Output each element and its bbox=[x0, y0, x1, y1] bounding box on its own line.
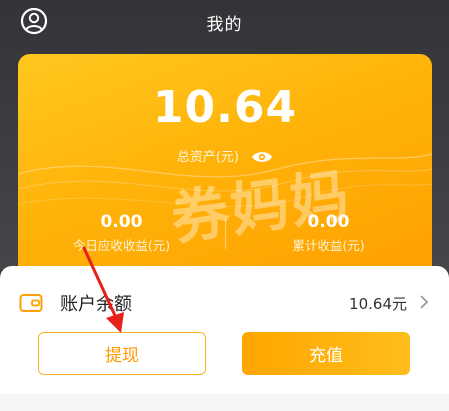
today-income-value: 0.00 bbox=[100, 212, 143, 232]
wallet-icon bbox=[19, 294, 43, 312]
today-income-stat: 0.00 今日应收收益(元) bbox=[18, 212, 225, 254]
total-income-value: 0.00 bbox=[307, 212, 350, 232]
balance-panel: 账户余额 10.64元 提现 充值 bbox=[0, 266, 449, 411]
total-income-label: 累计收益(元) bbox=[292, 238, 365, 253]
top-bar: 我的 bbox=[0, 0, 449, 46]
total-assets-label: 总资产(元) bbox=[176, 150, 239, 165]
page-title: 我的 bbox=[206, 15, 243, 35]
balance-value[interactable]: 10.64元 bbox=[349, 293, 407, 314]
balance-title: 账户余额 bbox=[60, 294, 132, 315]
total-assets-row: 总资产(元) bbox=[18, 146, 432, 165]
recharge-button[interactable]: 充值 bbox=[242, 332, 410, 375]
bottom-strip bbox=[0, 394, 449, 411]
withdraw-button[interactable]: 提现 bbox=[38, 332, 206, 375]
asset-card: 10.64 总资产(元) 0.00 今日应收收益(元) 0.00 累计收益(元) bbox=[18, 54, 432, 284]
total-income-stat: 0.00 累计收益(元) bbox=[225, 212, 432, 254]
total-assets-value: 10.64 bbox=[152, 82, 298, 133]
eye-icon[interactable] bbox=[251, 150, 273, 164]
today-income-label: 今日应收收益(元) bbox=[72, 238, 171, 253]
chevron-right-icon[interactable] bbox=[419, 294, 429, 310]
